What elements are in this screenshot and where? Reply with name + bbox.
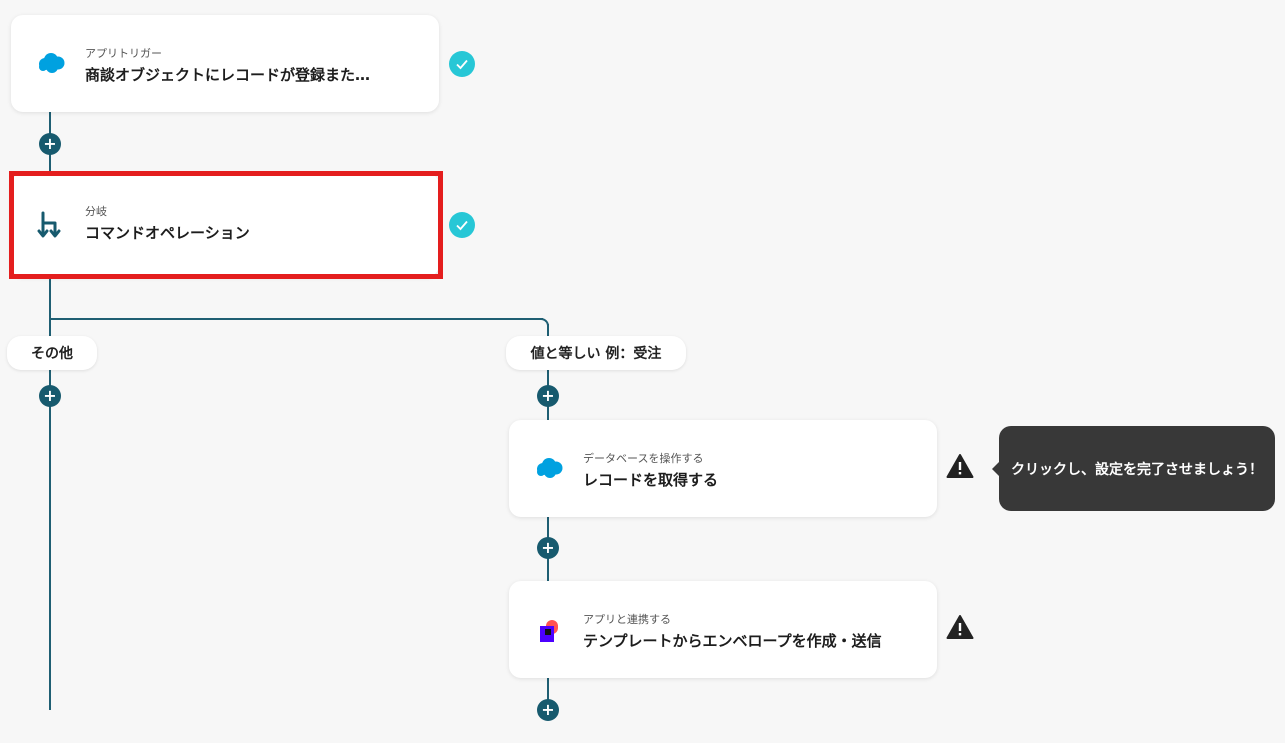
trigger-title: 商談オブジェクトにレコードが登録また… — [85, 66, 371, 84]
add-step-button-equal-branch[interactable]: + — [537, 385, 559, 407]
docusign-icon — [533, 614, 565, 646]
salesforce-cloud-icon — [35, 48, 67, 80]
branch-complete-check-icon — [449, 212, 475, 238]
trigger-category: アプリトリガー — [85, 47, 162, 60]
branch-label-equal[interactable]: 値と等しい 例：受注 — [506, 336, 686, 370]
create-envelope-category: アプリと連携する — [583, 613, 671, 626]
get-record-category: データベースを操作する — [583, 452, 704, 465]
connector-line — [49, 318, 543, 320]
create-envelope-card[interactable]: アプリと連携する テンプレートからエンベロープを作成・送信 — [509, 581, 937, 678]
get-record-title: レコードを取得する — [583, 471, 719, 489]
branch-label-other[interactable]: その他 — [7, 336, 97, 370]
get-record-card[interactable]: データベースを操作する レコードを取得する — [509, 420, 937, 517]
connector-corner — [537, 318, 549, 330]
warning-icon — [946, 614, 974, 640]
warning-icon — [946, 453, 974, 479]
branch-icon — [35, 209, 67, 241]
create-envelope-title: テンプレートからエンベロープを作成・送信 — [583, 632, 882, 650]
add-step-button[interactable]: + — [537, 699, 559, 721]
salesforce-cloud-icon — [533, 453, 565, 485]
add-step-button[interactable]: + — [537, 537, 559, 559]
trigger-complete-check-icon — [449, 51, 475, 77]
add-step-button-other-branch[interactable]: + — [39, 385, 61, 407]
setup-tooltip: クリックし、設定を完了させましょう！ — [992, 426, 1275, 511]
branch-title: コマンドオペレーション — [85, 224, 250, 242]
add-step-button[interactable]: + — [39, 133, 61, 155]
branch-category: 分岐 — [85, 205, 107, 218]
trigger-card[interactable]: アプリトリガー 商談オブジェクトにレコードが登録また… — [11, 15, 439, 112]
branch-card[interactable]: 分岐 コマンドオペレーション — [11, 173, 439, 277]
